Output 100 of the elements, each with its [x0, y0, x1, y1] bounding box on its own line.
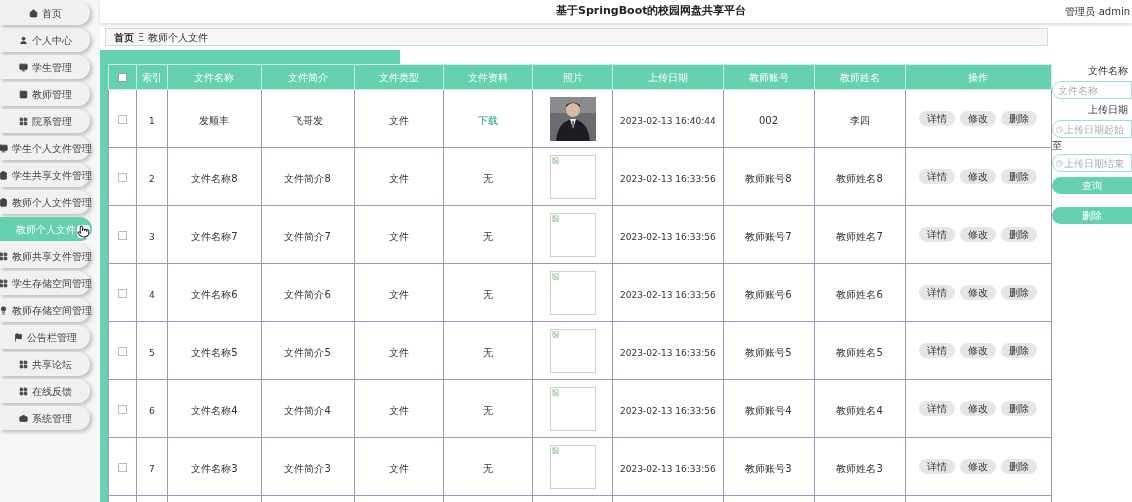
action-button[interactable]: 详情: [919, 111, 956, 126]
table-cell: 文件: [388, 114, 409, 126]
action-button[interactable]: 修改: [960, 227, 997, 242]
sidebar-item[interactable]: 教师存储空间管理: [0, 298, 90, 322]
action-button[interactable]: 详情: [919, 227, 956, 242]
sidebar-item[interactable]: 教师管理: [0, 82, 90, 106]
sidebar-item[interactable]: 在线反馈: [0, 379, 90, 403]
table-cell: 2023-02-13 16:33:56: [620, 289, 716, 300]
action-button[interactable]: 详情: [919, 459, 956, 474]
action-button[interactable]: 删除: [1001, 401, 1038, 416]
row-checkbox[interactable]: [117, 172, 127, 182]
action-button[interactable]: 详情: [919, 343, 956, 358]
table-cell: 无: [482, 462, 493, 474]
table-cell: 教师账号5: [745, 346, 792, 358]
sidebar-item[interactable]: 学生个人文件管理: [0, 136, 90, 160]
action-button[interactable]: 删除: [1001, 227, 1038, 242]
sidebar-item[interactable]: 学生共享文件管理: [0, 163, 90, 187]
breadcrumb-current: 教师个人文件: [148, 30, 209, 45]
row-checkbox[interactable]: [117, 462, 127, 472]
table-cell: 无: [482, 230, 493, 242]
table-cell: 飞哥发: [292, 114, 323, 126]
row-checkbox[interactable]: [117, 230, 127, 240]
flag-icon: [13, 332, 23, 342]
sidebar-item[interactable]: 教师共享文件管理: [0, 244, 90, 268]
table-cell: 文件: [388, 404, 409, 416]
broken-image-icon: [551, 214, 559, 222]
table-cell: 无: [482, 404, 493, 416]
table-cell: 李四: [849, 114, 870, 126]
table-cell: 2023-02-13 16:33:56: [620, 231, 716, 242]
sidebar-item[interactable]: 共享论坛: [0, 352, 90, 376]
table-cell: 2023-02-13 16:40:44: [620, 115, 716, 126]
table-cell: 文件: [388, 288, 409, 300]
table-cell: 文件名称3: [191, 462, 238, 474]
action-button[interactable]: 详情: [919, 285, 956, 300]
breadcrumb-link[interactable]: 首页: [114, 29, 134, 45]
table-cell: 教师账号4: [745, 404, 792, 416]
cursor-icon: [77, 225, 90, 238]
broken-image-icon: [551, 156, 559, 164]
table-cell: 2023-02-13 16:33:56: [620, 405, 716, 416]
table-cell: 无: [482, 288, 493, 300]
user-label: 管理员 admin: [1065, 5, 1130, 19]
column-header: 上传日期: [612, 64, 723, 90]
table-cell: 教师姓名4: [836, 404, 883, 416]
sidebar-item[interactable]: 公告栏管理: [0, 325, 90, 349]
grid-icon: [0, 278, 8, 288]
table-cell: 文件名称8: [191, 172, 238, 184]
table-cell: 教师账号8: [745, 172, 792, 184]
home-icon: [28, 8, 38, 18]
action-button[interactable]: 删除: [1001, 343, 1038, 358]
action-button[interactable]: 删除: [1001, 285, 1038, 300]
field-label: 上传日期: [1087, 103, 1129, 117]
row-checkbox[interactable]: [117, 114, 127, 124]
grid-icon: [18, 116, 28, 126]
column-header: 文件简介: [261, 64, 355, 90]
table-cell: 2: [149, 173, 155, 184]
table-cell: 无: [482, 346, 493, 358]
action-button[interactable]: 修改: [960, 111, 997, 126]
column-header: 文件名称: [167, 64, 262, 90]
action-button[interactable]: 删除: [1001, 169, 1038, 184]
action-button[interactable]: 详情: [919, 169, 956, 184]
table-cell: 文件名称7: [191, 230, 238, 242]
action-button[interactable]: 删除: [1001, 459, 1038, 474]
action-button[interactable]: 修改: [960, 343, 997, 358]
action-button[interactable]: 详情: [919, 401, 956, 416]
broken-image-icon: [551, 330, 559, 338]
sidebar-item[interactable]: 学生管理: [0, 55, 90, 79]
monitor-icon: [18, 62, 28, 72]
table-cell: 文件名称4: [191, 404, 238, 416]
sidebar-item[interactable]: 个人中心: [0, 28, 90, 52]
grid-icon: [18, 359, 28, 369]
table-cell: 6: [149, 405, 155, 416]
sidebar-item[interactable]: 系统管理: [0, 406, 90, 430]
table-cell: 文件简介7: [284, 230, 331, 242]
row-checkbox[interactable]: [117, 404, 127, 414]
table-cell: 教师姓名3: [836, 462, 883, 474]
column-header: 文件类型: [354, 64, 444, 90]
row-checkbox[interactable]: [117, 346, 127, 356]
action-button[interactable]: 修改: [960, 169, 997, 184]
breadcrumb-separator: Ξ: [138, 30, 145, 45]
broken-image-icon: [551, 272, 559, 280]
field-label: 文件名称: [1087, 64, 1129, 78]
table-cell: 文件简介5: [284, 346, 331, 358]
site-title: 基于SpringBoot的校园网盘共享平台: [556, 3, 747, 20]
sidebar-item[interactable]: 首页: [0, 1, 90, 25]
table-cell: 教师姓名6: [836, 288, 883, 300]
broken-image-icon: [551, 388, 559, 396]
action-button[interactable]: 修改: [960, 285, 997, 300]
row-checkbox[interactable]: [117, 288, 127, 298]
sidebar-item[interactable]: 教师个人文件管理: [0, 190, 90, 214]
sidebar-item[interactable]: 学生存储空间管理: [0, 271, 90, 295]
table-cell: 7: [149, 463, 155, 474]
action-button[interactable]: 删除: [1001, 111, 1038, 126]
action-button[interactable]: 修改: [960, 401, 997, 416]
action-button[interactable]: 修改: [960, 459, 997, 474]
table-cell: 文件: [388, 346, 409, 358]
table-cell: 5: [149, 347, 155, 358]
column-header: 索引: [136, 64, 168, 90]
sidebar-item[interactable]: 院系管理: [0, 109, 90, 133]
select-all-checkbox[interactable]: [117, 73, 127, 82]
table-cell: 发顺丰: [199, 114, 230, 126]
